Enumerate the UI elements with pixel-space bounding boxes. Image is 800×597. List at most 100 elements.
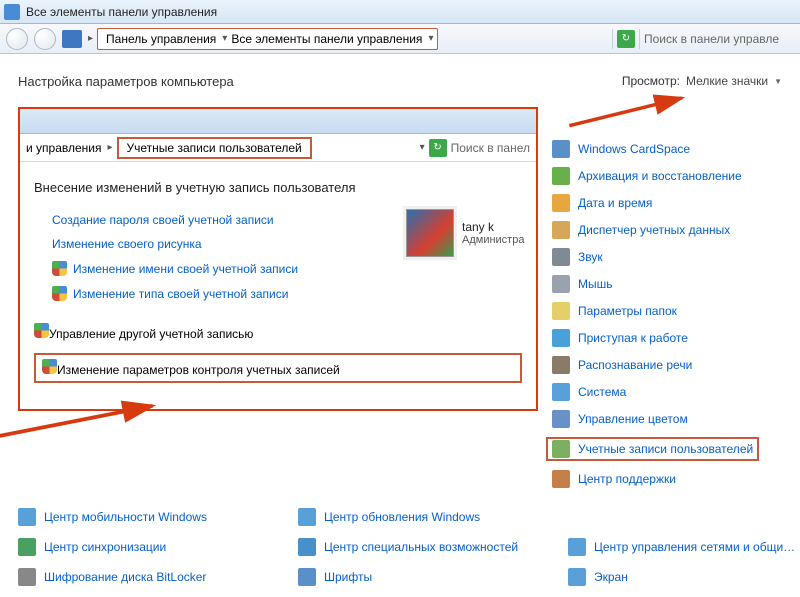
nav-back-button[interactable] [6, 28, 28, 50]
cpl-item[interactable]: Центр поддержки [552, 470, 759, 488]
cpl-item-label: Центр поддержки [578, 472, 676, 486]
cpl-item-icon [552, 356, 570, 374]
shield-icon [52, 261, 67, 276]
divider [639, 29, 640, 49]
breadcrumb-highlight[interactable]: Панель управления ▾ Все элементы панели … [97, 28, 438, 50]
cpl-item-icon [552, 383, 570, 401]
cpl-item-label: Дата и время [578, 196, 652, 210]
uac-link-highlight: Изменение параметров контроля учетных за… [34, 353, 522, 383]
cpl-item[interactable]: Центр обновления Windows [298, 508, 558, 526]
cpl-item[interactable]: Распознавание речи [552, 356, 759, 374]
cpl-item-icon [18, 538, 36, 556]
cpl-item-user-accounts[interactable]: Учетные записи пользователей [546, 437, 759, 461]
cpl-item[interactable]: Мышь [552, 275, 759, 293]
cpl-item-label: Экран [594, 570, 628, 584]
cpl-item-label: Распознавание речи [578, 358, 692, 372]
cpl-item[interactable]: Центр мобильности Windows [18, 508, 288, 526]
inset-breadcrumb-prefix[interactable]: и управления [26, 141, 102, 155]
cpl-item-icon [552, 140, 570, 158]
cpl-item-icon [552, 440, 570, 458]
inset-body: Внесение изменений в учетную запись поль… [20, 162, 536, 409]
user-picture[interactable] [406, 209, 454, 257]
divider [612, 29, 613, 49]
cpl-item[interactable]: Диспетчер учетных данных [552, 221, 759, 239]
view-selector[interactable]: Просмотр: Мелкие значки ▼ [622, 74, 782, 88]
control-panel-icon [62, 30, 82, 48]
search-area: ↻ Поиск в панели управле [612, 29, 794, 49]
account-admin-list: Управление другой учетной записью Измене… [34, 323, 522, 383]
cpl-item-icon [552, 302, 570, 320]
cpl-item[interactable]: Экран [568, 568, 800, 586]
link-manage-other[interactable]: Управление другой учетной записью [34, 323, 522, 341]
cpl-item-label: Управление цветом [578, 412, 688, 426]
cpl-item[interactable]: Центр синхронизации [18, 538, 288, 556]
cpl-item-label: Система [578, 385, 626, 399]
cpl-item-label: Центр обновления Windows [324, 510, 480, 524]
search-input[interactable]: Поиск в панели управле [644, 32, 794, 46]
cpl-item-icon [568, 568, 586, 586]
cpl-item-icon [552, 248, 570, 266]
cpl-item-label: Учетные записи пользователей [578, 442, 753, 456]
breadcrumb-seg-1[interactable]: Панель управления [102, 30, 220, 48]
page-title: Настройка параметров компьютера [18, 74, 234, 89]
cpl-item[interactable]: Архивация и восстановление [552, 167, 759, 185]
cpl-item-icon [552, 470, 570, 488]
cpl-item-icon [552, 410, 570, 428]
user-role: Администра [462, 234, 524, 246]
inset-search[interactable]: ↻ Поиск в панел [429, 139, 530, 157]
cpl-item[interactable]: Центр специальных возможностей [298, 538, 558, 556]
shield-icon [34, 323, 49, 338]
link-uac-settings[interactable]: Изменение параметров контроля учетных за… [42, 359, 340, 377]
cpl-item-label: Центр управления сетями и общи… [594, 540, 795, 554]
cpl-item-label: Диспетчер учетных данных [578, 223, 730, 237]
cpl-item-label: Центр синхронизации [44, 540, 166, 554]
cpl-item[interactable]: Звук [552, 248, 759, 266]
refresh-icon[interactable]: ↻ [429, 139, 447, 157]
cpl-item[interactable]: Шифрование диска BitLocker [18, 568, 288, 586]
current-user-panel: tany k Администра [406, 209, 526, 257]
control-panel-items-bottom: Центр мобильности Windows Центр обновлени… [0, 508, 800, 586]
cpl-item-label: Windows CardSpace [578, 142, 690, 156]
cpl-item[interactable]: Параметры папок [552, 302, 759, 320]
cpl-item-icon [552, 167, 570, 185]
inset-search-text: Поиск в панел [451, 141, 530, 155]
user-name: tany k [462, 220, 524, 234]
cpl-item-label: Звук [578, 250, 603, 264]
cpl-item-icon [298, 538, 316, 556]
shield-icon [42, 359, 57, 374]
cpl-item-label: Центр специальных возможностей [324, 540, 518, 554]
cpl-item[interactable]: Центр управления сетями и общи… [568, 538, 800, 556]
cpl-item-label: Шрифты [324, 570, 372, 584]
chevron-down-icon: ▾ [420, 142, 425, 153]
chevron-down-icon: ▾ [428, 33, 433, 44]
cpl-item[interactable]: Шрифты [298, 568, 558, 586]
chevron-right-icon: ▸ [108, 142, 113, 153]
cpl-item-label: Центр мобильности Windows [44, 510, 207, 524]
chevron-down-icon: ▼ [774, 77, 782, 86]
header-row: Настройка параметров компьютера Просмотр… [18, 74, 782, 89]
inset-breadcrumb-user[interactable]: Учетные записи пользователей [117, 137, 312, 159]
user-accounts-inset: и управления ▸ Учетные записи пользовате… [18, 107, 538, 411]
cpl-item[interactable]: Windows CardSpace [552, 140, 759, 158]
link-change-name[interactable]: Изменение имени своей учетной записи [52, 261, 522, 276]
cpl-item-label: Шифрование диска BitLocker [44, 570, 206, 584]
cpl-item-label: Архивация и восстановление [578, 169, 742, 183]
cpl-item[interactable]: Дата и время [552, 194, 759, 212]
window-icon [4, 4, 20, 20]
control-panel-items-right: Windows CardSpace Архивация и восстановле… [552, 107, 759, 488]
inset-navbar: и управления ▸ Учетные записи пользовате… [20, 134, 536, 162]
breadcrumb-seg-2[interactable]: Все элементы панели управления [227, 30, 426, 48]
shield-icon [52, 286, 67, 301]
link-change-type[interactable]: Изменение типа своей учетной записи [52, 286, 522, 301]
cpl-item[interactable]: Система [552, 383, 759, 401]
cpl-item[interactable]: Управление цветом [552, 410, 759, 428]
cpl-item-icon [552, 194, 570, 212]
cpl-item-icon [298, 508, 316, 526]
view-value[interactable]: Мелкие значки [686, 74, 768, 88]
cpl-item-icon [552, 275, 570, 293]
cpl-item[interactable]: Приступая к работе [552, 329, 759, 347]
nav-forward-button[interactable] [34, 28, 56, 50]
title-bar: Все элементы панели управления [0, 0, 800, 24]
refresh-icon[interactable]: ↻ [617, 30, 635, 48]
cpl-item-label: Параметры папок [578, 304, 677, 318]
